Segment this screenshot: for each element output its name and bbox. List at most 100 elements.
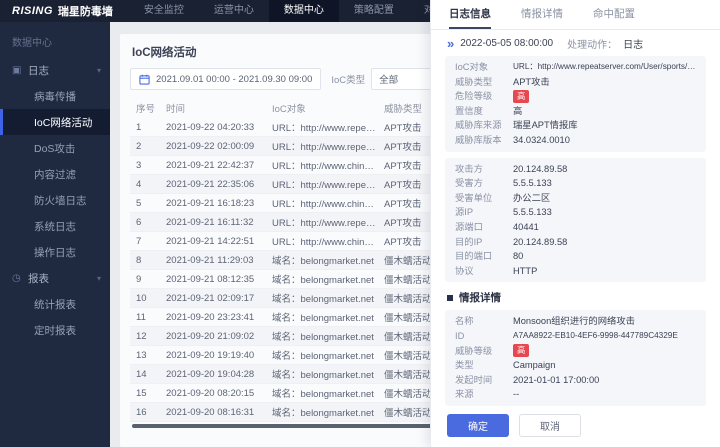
cell-ioc: URL：http://www.chinahu... (272, 161, 384, 172)
ok-button[interactable]: 确定 (447, 413, 509, 437)
field-row: 攻击方 20.124.89.58 (455, 162, 696, 177)
cell-ioc: 域名：belongmarket.net (272, 370, 374, 381)
sidebar-item-label: 统计报表 (34, 298, 76, 311)
sidebar-item-label: 防火墙日志 (34, 194, 87, 207)
field-label: 来源 (455, 389, 474, 400)
sidebar-item[interactable]: ▣ 日志 ▾ (0, 57, 110, 83)
cell-ioc: URL：http://www.chinahu... (272, 237, 384, 248)
sidebar-item[interactable]: DoS攻击 (0, 135, 110, 161)
nav-item[interactable]: 运营中心 (199, 0, 269, 22)
nav-item[interactable]: 安全监控 (129, 0, 199, 22)
cell-time: 2021-09-20 21:09:02 (166, 330, 255, 342)
cell-no: 10 (136, 292, 147, 304)
field-row: 威胁库版本 34.0324.0010 (455, 133, 696, 148)
field-label: 威胁库版本 (455, 134, 502, 145)
field-row: 目的端口 80 (455, 249, 696, 264)
field-value: 20.124.89.58 (513, 163, 568, 174)
field-value: -- (513, 389, 520, 400)
sidebar-item[interactable]: 病毒传播 (0, 83, 110, 109)
sidebar-item[interactable]: ◷ 报表 ▾ (0, 265, 110, 291)
field-value: 20.124.89.58 (513, 236, 568, 247)
action-value: 日志 (623, 40, 644, 51)
field-value: 瑞星APT情报库 (513, 120, 578, 131)
field-label: 威胁库来源 (455, 120, 502, 131)
group-icon: ◷ (12, 272, 21, 284)
double-chevron-icon: » (447, 36, 455, 51)
field-row: 受害单位 办公二区 (455, 191, 696, 206)
sidebar-item[interactable]: 操作日志 (0, 239, 110, 265)
field-row: 名称 Monsoon组织进行的网络攻击 (455, 314, 696, 329)
cell-time: 2021-09-21 11:29:03 (166, 254, 254, 266)
cell-ioc: 域名：belongmarket.net (272, 294, 374, 305)
cell-time: 2021-09-20 19:19:40 (166, 349, 255, 361)
nav-item[interactable]: 策略配置 (339, 0, 409, 22)
field-value: A7AA8922-EB10-4EF6-9998-447789C4329E (513, 330, 678, 340)
cell-no: 14 (136, 368, 147, 380)
cell-ioc: URL：http://www.repeats... (272, 218, 384, 229)
cell-no: 8 (136, 254, 142, 266)
field-label: IoC对象 (455, 62, 489, 72)
sidebar-item[interactable]: 统计报表 (0, 291, 110, 317)
drawer-tab[interactable]: 命中配置 (593, 0, 635, 29)
field-row: ID A7AA8922-EB10-4EF6-9998-447789C4329E (455, 329, 696, 344)
field-value: APT攻击 (513, 76, 550, 87)
sidebar-item[interactable]: IoC网络活动 (0, 109, 110, 135)
connection-card: 攻击方 20.124.89.58 受害方 5.5.5.133 受害单位 办公二区… (445, 157, 706, 283)
drawer-tab[interactable]: 情报详情 (521, 0, 563, 29)
cell-time: 2021-09-20 08:16:31 (166, 406, 255, 418)
cell-ioc: URL：http://www.chinahu... (272, 199, 384, 210)
action-label: 处理动作： (567, 40, 618, 51)
field-value: 40441 (513, 221, 539, 232)
field-label: 协议 (455, 265, 474, 276)
field-label: 目的IP (455, 236, 483, 247)
details-drawer: 日志信息 情报详情 命中配置 » 2022-05-05 08:00:00 处理动… (430, 0, 720, 447)
sidebar-item-label: 定时报表 (34, 324, 76, 337)
cell-ioc: 域名：belongmarket.net (272, 275, 374, 286)
field-row: 置信度 高 (455, 104, 696, 119)
calendar-icon (139, 74, 150, 85)
field-row: 目的IP 20.124.89.58 (455, 235, 696, 250)
sidebar-item[interactable]: 系统日志 (0, 213, 110, 239)
sidebar-item[interactable]: 防火墙日志 (0, 187, 110, 213)
cancel-button[interactable]: 取消 (519, 413, 581, 437)
cell-time: 2021-09-20 23:23:41 (166, 311, 255, 323)
field-value: 高 (513, 89, 530, 103)
date-range-picker[interactable]: 2021.09.01 00:00 - 2021.09.30 09:00 (130, 68, 322, 90)
sidebar-section-title: 数据中心 (12, 38, 52, 49)
field-row: 危险等级 高 (455, 89, 696, 104)
sidebar-item[interactable]: 内容过滤 (0, 161, 110, 187)
ioc-type-value: 全部 (379, 75, 399, 86)
field-label: ID (455, 330, 465, 341)
cell-time: 2021-09-22 02:00:09 (166, 140, 255, 152)
field-value: Monsoon组织进行的网络攻击 (513, 316, 635, 327)
cell-ioc: URL：http://www.repeats... (272, 123, 384, 134)
cell-ioc: URL：http://www.repeats... (272, 142, 384, 153)
field-value: HTTP (513, 265, 538, 276)
field-label: 类型 (455, 360, 474, 371)
sidebar-item-label: 系统日志 (34, 220, 76, 233)
cell-time: 2021-09-21 16:11:32 (166, 216, 254, 228)
cell-time: 2021-09-20 08:20:15 (166, 387, 255, 399)
sidebar-item-label: 内容过滤 (34, 168, 76, 181)
field-row: 来源 -- (455, 387, 696, 402)
sidebar-item[interactable]: 定时报表 (0, 317, 110, 343)
field-row: IoC对象 URL：http://www.repeatserver.com/Us… (455, 60, 696, 75)
cell-time: 2021-09-20 19:04:28 (166, 368, 255, 380)
field-value: 2021-01-01 17:00:00 (513, 374, 600, 385)
field-row: 发起时间 2021-01-01 17:00:00 (455, 373, 696, 388)
date-range-text: 2021.09.01 00:00 - 2021.09.30 09:00 (156, 73, 313, 85)
field-label: 名称 (455, 316, 474, 327)
nav-item[interactable]: 数据中心 (268, 0, 339, 22)
field-label: 威胁等级 (455, 345, 493, 356)
field-row: 威胁库来源 瑞星APT情报库 (455, 118, 696, 133)
cell-no: 15 (136, 387, 147, 399)
cell-no: 2 (136, 140, 142, 152)
chevron-down-icon: ▾ (96, 273, 101, 283)
rising-logo: RISING 瑞星防毒墙 (0, 0, 129, 22)
logo-text-cn: 瑞星防毒墙 (57, 6, 113, 18)
log-meta: » 2022-05-05 08:00:00 处理动作： 日志 (431, 30, 720, 56)
square-bullet-icon (447, 294, 453, 301)
cell-time: 2021-09-21 16:18:23 (166, 197, 255, 209)
cell-no: 3 (136, 159, 142, 171)
drawer-tab[interactable]: 日志信息 (449, 0, 491, 29)
